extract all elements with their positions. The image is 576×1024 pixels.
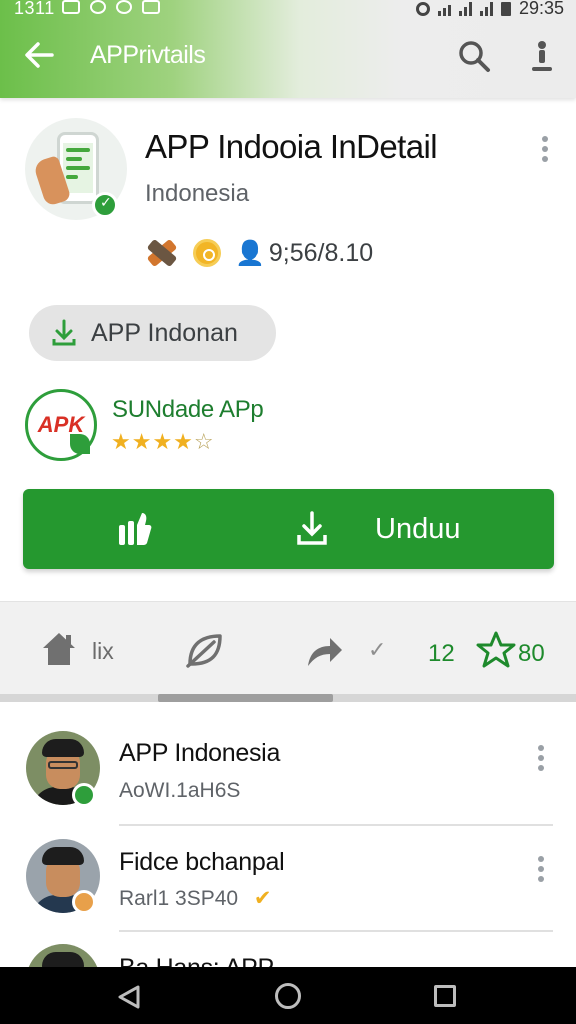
divider bbox=[119, 824, 553, 826]
home-label: lix bbox=[92, 638, 114, 664]
meta-stat-value: 9;56/8.10 bbox=[268, 238, 374, 267]
stat-count-right: 80 bbox=[518, 640, 545, 667]
nav-recents-icon[interactable] bbox=[434, 985, 456, 1007]
star-outline-icon[interactable] bbox=[476, 630, 516, 670]
arrow-left-icon[interactable] bbox=[22, 38, 56, 72]
shield-icon bbox=[116, 0, 132, 14]
stars-filled: ★★★★ bbox=[111, 430, 194, 455]
download-icon bbox=[51, 319, 77, 347]
app-developer: Indonesia bbox=[145, 180, 250, 207]
list-item[interactable]: APP Indonesia AoWI.1aH6S bbox=[0, 727, 576, 833]
emblem-badge-icon bbox=[72, 890, 96, 914]
app-name: APP Indooia InDetail bbox=[145, 128, 438, 165]
status-right: 29:35 bbox=[415, 0, 564, 19]
status-clock: 29:35 bbox=[518, 0, 564, 18]
home-icon[interactable] bbox=[40, 630, 78, 668]
status-bar: 1311 29:35 bbox=[0, 0, 576, 18]
app-chip-button[interactable]: APP Indonan bbox=[29, 305, 276, 361]
top-app-bar: 1311 29:35 APPrivtails bbox=[0, 0, 576, 98]
nav-back-icon[interactable] bbox=[116, 984, 142, 1010]
leaf-icon bbox=[70, 434, 90, 454]
list-item-title: APP Indonesia bbox=[119, 739, 281, 767]
rating-stars: ★★★★☆ bbox=[111, 430, 215, 455]
check-icon: ✔ bbox=[253, 886, 272, 910]
signal-icon bbox=[458, 1, 472, 16]
scroll-indicator[interactable] bbox=[158, 694, 333, 702]
page-title: APPrivtails bbox=[90, 41, 206, 69]
download-arrow-icon bbox=[295, 511, 329, 547]
check-icon: ✓ bbox=[368, 638, 387, 663]
verified-badge-icon bbox=[92, 192, 118, 218]
thumbs-up-icon bbox=[115, 509, 153, 549]
list-item[interactable]: Fidce bchanpal Rarl1 3SP40 ✔ bbox=[0, 836, 576, 942]
list-item-subtitle: AoWI.1aH6S bbox=[119, 779, 241, 802]
list-item[interactable]: Ba Hans: APP bbox=[0, 942, 576, 967]
status-time: 1311 bbox=[14, 0, 55, 18]
stats-strip: lix ✓ 12 80 bbox=[0, 601, 576, 701]
meta-row: 👤 9;56/8.10 bbox=[145, 236, 373, 270]
battery-icon bbox=[500, 1, 511, 16]
settings-icon bbox=[90, 0, 106, 14]
list-item-subtitle-text: Rarl1 3SP40 bbox=[119, 887, 239, 910]
share-arrow-icon[interactable] bbox=[304, 634, 344, 670]
tools-icon bbox=[145, 236, 179, 270]
overflow-menu-icon[interactable] bbox=[534, 856, 548, 886]
medal-icon bbox=[193, 239, 221, 267]
signal-icon-2 bbox=[479, 1, 493, 16]
download-label: Unduu bbox=[375, 513, 461, 545]
download-button[interactable]: Unduu bbox=[23, 489, 554, 569]
alarm-icon bbox=[415, 1, 430, 16]
meta-stat: 👤 9;56/8.10 bbox=[235, 239, 373, 268]
list-item-title: Fidce bchanpal bbox=[119, 848, 285, 876]
leaf-outline-icon[interactable] bbox=[184, 630, 226, 670]
more-vert-icon[interactable] bbox=[528, 38, 556, 74]
list-item-subtitle: Rarl1 3SP40 ✔ bbox=[119, 886, 272, 911]
notification-icons bbox=[62, 0, 160, 14]
search-icon[interactable] bbox=[456, 38, 492, 74]
gallery-icon bbox=[62, 0, 80, 14]
nav-home-icon[interactable] bbox=[275, 983, 301, 1009]
wifi-icon bbox=[437, 2, 451, 16]
chip-label: APP Indonan bbox=[91, 318, 238, 347]
list-item-title: Ba Hans: APP bbox=[119, 954, 274, 967]
apk-name[interactable]: SUNdade APp bbox=[112, 396, 264, 424]
divider bbox=[119, 930, 553, 932]
navigation-bar bbox=[0, 967, 576, 1024]
person-icon: 👤 bbox=[235, 239, 265, 267]
overflow-menu-icon[interactable] bbox=[536, 136, 554, 164]
stat-count-left: 12 bbox=[428, 640, 455, 667]
verified-badge-icon bbox=[72, 783, 96, 807]
overflow-menu-icon[interactable] bbox=[534, 745, 548, 775]
clipboard-icon bbox=[142, 0, 160, 14]
avatar bbox=[26, 944, 100, 967]
star-empty-icon: ☆ bbox=[193, 430, 215, 455]
